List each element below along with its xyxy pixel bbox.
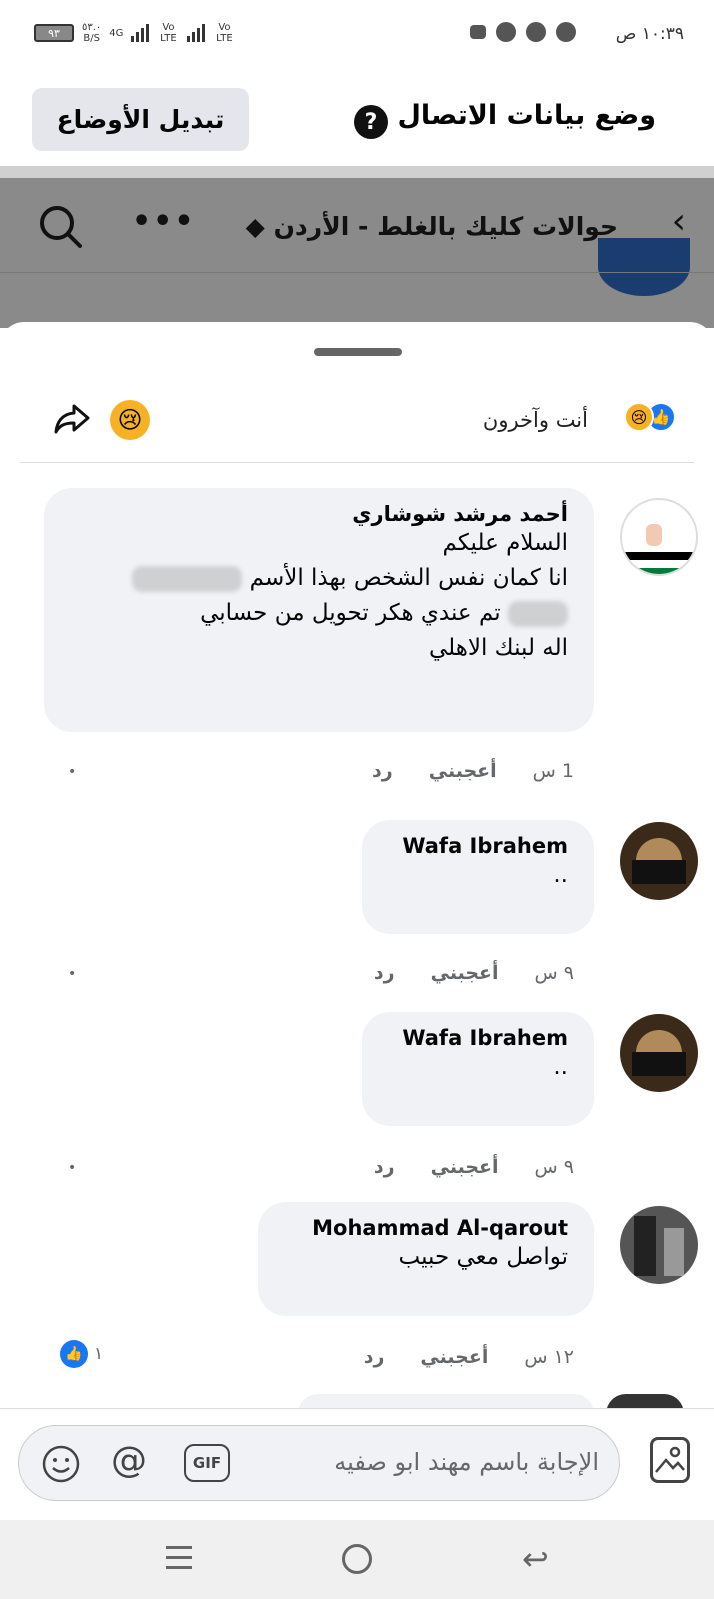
more-options-icon[interactable]: ••• [132, 204, 196, 239]
comments-sheet: 👍 😢 أنت وآخرون 😢 أحمد مرشد شوشاري السلام… [0, 322, 714, 1414]
back-icon[interactable]: ↩ [522, 1540, 549, 1578]
like-button[interactable]: أعجبني [429, 760, 497, 782]
options-dot[interactable]: • [68, 1160, 76, 1176]
comment-meta: ٩ س أعجبني رد [374, 962, 574, 984]
comment-bubble[interactable]: Wafa Ibrahem .. [362, 820, 594, 934]
photo-icon[interactable] [650, 1437, 690, 1483]
reply-input[interactable]: الإجابة باسم مهند ابو صفيه @ GIF [18, 1425, 620, 1501]
emoji-icon[interactable] [41, 1444, 81, 1484]
avatar[interactable] [620, 498, 698, 576]
comment-line: اله لبنك الاهلي [428, 635, 568, 661]
redacted-text [132, 565, 243, 592]
comment-text: تواصل معي حبيب [398, 1244, 568, 1270]
comment-time: ٩ س [534, 962, 574, 984]
share-icon[interactable] [52, 398, 92, 438]
sad-reaction-icon: 😢 [624, 402, 654, 432]
status-left-icons: ٩٣ ٥٣.٠ B/S 4G Vo LTE Vo LTE [34, 22, 235, 44]
comment-author[interactable]: Mohammad Al-qarout [278, 1216, 568, 1240]
avatar[interactable] [620, 1014, 698, 1092]
reply-button[interactable]: رد [372, 760, 393, 782]
reply-placeholder: الإجابة باسم مهند ابو صفيه [334, 1448, 599, 1476]
search-icon[interactable] [36, 202, 84, 250]
whatsapp-icon [496, 22, 516, 42]
avatar[interactable] [620, 822, 698, 900]
comment-bubble[interactable]: Wafa Ibrahem .. [362, 1012, 594, 1126]
comment-time: 1 س [532, 760, 574, 782]
like-icon: 👍 [60, 1340, 88, 1368]
comment-bubble[interactable]: أحمد مرشد شوشاري السلام عليكم انا كمان ن… [44, 488, 594, 732]
options-dot[interactable]: • [68, 966, 76, 982]
reactions-summary[interactable]: أنت وآخرون [483, 408, 588, 432]
comment-author[interactable]: أحمد مرشد شوشاري [64, 502, 568, 526]
home-icon[interactable] [342, 1544, 372, 1574]
comment-time: ٩ س [534, 1156, 574, 1178]
background-avatar [598, 238, 690, 296]
help-icon[interactable]: ? [354, 105, 388, 139]
separator [0, 166, 714, 178]
options-dot[interactable]: • [68, 764, 76, 780]
drag-handle[interactable] [314, 348, 402, 356]
game-icon [470, 25, 486, 39]
header-divider [0, 272, 714, 273]
back-arrow-icon[interactable]: ‹ [672, 204, 686, 240]
comment-author[interactable]: Wafa Ibrahem [382, 834, 568, 858]
switch-modes-button[interactable]: تبديل الأوضاع [32, 88, 249, 151]
mention-icon[interactable]: @ [111, 1440, 147, 1481]
reply-bar: الإجابة باسم مهند ابو صفيه @ GIF [0, 1408, 714, 1520]
sad-react-button[interactable]: 😢 [110, 400, 150, 440]
like-button[interactable]: أعجبني [431, 1156, 499, 1178]
comment-meta: 1 س أعجبني رد [372, 760, 574, 782]
divider [20, 462, 694, 463]
clock: ١٠:٣٩ ص [615, 24, 684, 44]
comment-bubble[interactable]: Mohammad Al-qarout تواصل معي حبيب [258, 1202, 594, 1316]
comment-line: تم عندي هكر تحويل من حسابي [64, 596, 568, 631]
battery-icon: ٩٣ [34, 24, 74, 42]
redacted-text [508, 600, 568, 627]
reply-button[interactable]: رد [374, 1156, 395, 1178]
comment-text: .. [553, 862, 568, 888]
avatar[interactable] [620, 1206, 698, 1284]
net-type: 4G [109, 27, 124, 39]
gif-button[interactable]: GIF [184, 1444, 230, 1482]
whatsapp-business-icon [526, 22, 546, 42]
volte-1: Vo LTE [160, 22, 177, 44]
volte-2: Vo LTE [216, 22, 233, 44]
like-count-value: ١ [94, 1344, 104, 1364]
battery-level: ٩٣ [48, 26, 60, 40]
comment-text: .. [553, 1054, 568, 1080]
comment-meta: ٩ س أعجبني رد [374, 1156, 574, 1178]
timer-icon [556, 22, 576, 42]
reply-button[interactable]: رد [374, 962, 395, 984]
comment-author[interactable]: Wafa Ibrahem [382, 1026, 568, 1050]
comment-like-count[interactable]: 👍 ١ [60, 1340, 103, 1368]
comment-meta: ١٢ س أعجبني رد [364, 1346, 574, 1368]
comment-line: السلام عليكم [442, 530, 568, 556]
like-button[interactable]: أعجبني [431, 962, 499, 984]
signal-icon [131, 24, 150, 42]
group-title[interactable]: حوالات كليك بالغلط - الأردن ◆ [246, 212, 618, 241]
signal-icon-2 [187, 24, 206, 42]
comment-line: انا كمان نفس الشخص بهذا الأسم [64, 561, 568, 596]
net-speed: ٥٣.٠ B/S [82, 22, 102, 44]
status-bar: ٩٣ ٥٣.٠ B/S 4G Vo LTE Vo LTE ١٠:٣٩ ص [0, 0, 714, 74]
reply-button[interactable]: رد [364, 1346, 385, 1368]
like-button[interactable]: أعجبني [420, 1346, 488, 1368]
data-mode-title: وضع بيانات الاتصال [397, 100, 657, 131]
recent-apps-icon[interactable] [166, 1546, 192, 1576]
comment-time: ١٢ س [524, 1346, 574, 1368]
system-nav-bar: ↩ [0, 1520, 714, 1599]
notification-icons [470, 22, 576, 42]
